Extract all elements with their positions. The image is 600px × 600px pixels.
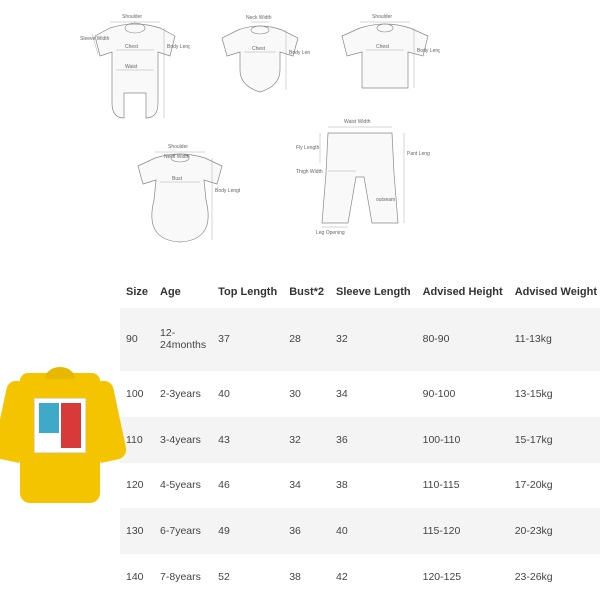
- cell-advised_weight: 23-26kg: [509, 554, 600, 600]
- measurement-diagrams: Shoulder Sleeve Width Chest Waist Body L…: [0, 0, 600, 276]
- label-shoulder: Shoulder: [122, 14, 142, 20]
- table-row: 9012-24months37283280-9011-13kg: [120, 308, 600, 371]
- cell-bust2: 30: [283, 371, 330, 417]
- label-thigh-width: Thigh Width: [296, 169, 323, 175]
- label-shoulder: Shoulder: [372, 14, 392, 20]
- size-chart-table: Size Age Top Length Bust*2 Sleeve Length…: [120, 276, 600, 600]
- table-header-row: Size Age Top Length Bust*2 Sleeve Length…: [120, 276, 600, 308]
- cell-age: 7-8years: [154, 554, 212, 600]
- table-row: 1306-7years493640115-12020-23kg: [120, 508, 600, 554]
- label-bust: Bust: [172, 176, 183, 182]
- cell-bust2: 38: [283, 554, 330, 600]
- label-sleeve-width: Sleeve Width: [80, 36, 110, 42]
- cell-top_length: 52: [212, 554, 283, 600]
- col-bust2: Bust*2: [283, 276, 330, 308]
- label-neck-width: Neck Width: [246, 15, 272, 21]
- label-leg-opening: Leg Opening: [316, 230, 345, 235]
- cell-size: 100: [120, 371, 154, 417]
- label-body-length: Body Length: [289, 50, 310, 56]
- table-row: 1002-3years40303490-10013-15kg: [120, 371, 600, 417]
- cell-sleeve_length: 32: [330, 308, 417, 371]
- label-shoulder: Shoulder: [168, 144, 188, 150]
- product-image: [0, 276, 120, 600]
- cell-size: 120: [120, 463, 154, 509]
- cell-top_length: 37: [212, 308, 283, 371]
- label-body-length: Body Length: [167, 44, 190, 50]
- cell-age: 2-3years: [154, 371, 212, 417]
- cell-sleeve_length: 40: [330, 508, 417, 554]
- cell-top_length: 40: [212, 371, 283, 417]
- col-age: Age: [154, 276, 212, 308]
- cell-bust2: 36: [283, 508, 330, 554]
- cell-bust2: 34: [283, 463, 330, 509]
- cell-bust2: 32: [283, 417, 330, 463]
- label-body-length: Body Length: [215, 188, 240, 194]
- cell-top_length: 49: [212, 508, 283, 554]
- sweater-icon: [0, 363, 120, 513]
- cell-sleeve_length: 36: [330, 417, 417, 463]
- cell-age: 6-7years: [154, 508, 212, 554]
- col-advised-weight: Advised Weight: [509, 276, 600, 308]
- cell-advised_weight: 17-20kg: [509, 463, 600, 509]
- cell-size: 90: [120, 308, 154, 371]
- cell-size: 130: [120, 508, 154, 554]
- cell-advised_weight: 20-23kg: [509, 508, 600, 554]
- label-fly-length: Fly Length: [296, 145, 320, 151]
- cell-advised_height: 90-100: [417, 371, 509, 417]
- col-top-length: Top Length: [212, 276, 283, 308]
- cell-advised_weight: 13-15kg: [509, 371, 600, 417]
- table-row: 1204-5years463438110-11517-20kg: [120, 463, 600, 509]
- cell-advised_height: 100-110: [417, 417, 509, 463]
- label-body-length: Body Length: [417, 48, 440, 54]
- cell-sleeve_length: 38: [330, 463, 417, 509]
- label-waist-width: Waist Width: [344, 119, 371, 125]
- label-waist: Waist: [125, 64, 138, 70]
- diagram-shirt: Shoulder Chest Body Length: [330, 10, 440, 100]
- cell-top_length: 46: [212, 463, 283, 509]
- label-pant-length: Pant Length: [407, 151, 430, 157]
- cell-sleeve_length: 42: [330, 554, 417, 600]
- label-outseam: outseam: [376, 197, 395, 203]
- cell-age: 3-4years: [154, 417, 212, 463]
- cell-advised_height: 80-90: [417, 308, 509, 371]
- cell-size: 140: [120, 554, 154, 600]
- cell-advised_height: 115-120: [417, 508, 509, 554]
- cell-advised_height: 120-125: [417, 554, 509, 600]
- cell-age: 12-24months: [154, 308, 212, 371]
- cell-advised_height: 110-115: [417, 463, 509, 509]
- label-neck-width: Neck Width: [164, 154, 190, 160]
- label-chest: Chest: [376, 44, 390, 50]
- diagram-dress: Shoulder Neck Width Bust Body Length: [120, 140, 240, 250]
- diagram-pants: Waist Width Fly Length Thigh Width Leg O…: [290, 115, 430, 235]
- label-chest: Chest: [252, 46, 266, 52]
- col-advised-height: Advised Height: [417, 276, 509, 308]
- cell-age: 4-5years: [154, 463, 212, 509]
- label-chest: Chest: [125, 44, 139, 50]
- table-row: 1103-4years433236100-11015-17kg: [120, 417, 600, 463]
- diagram-romper: Shoulder Sleeve Width Chest Waist Body L…: [80, 8, 190, 128]
- cell-size: 110: [120, 417, 154, 463]
- cell-sleeve_length: 34: [330, 371, 417, 417]
- col-size: Size: [120, 276, 154, 308]
- diagram-onesie: Neck Width Chest Body Length: [210, 12, 310, 102]
- cell-advised_weight: 15-17kg: [509, 417, 600, 463]
- cell-bust2: 28: [283, 308, 330, 371]
- table-row: 1407-8years523842120-12523-26kg: [120, 554, 600, 600]
- col-sleeve-length: Sleeve Length: [330, 276, 417, 308]
- cell-top_length: 43: [212, 417, 283, 463]
- cell-advised_weight: 11-13kg: [509, 308, 600, 371]
